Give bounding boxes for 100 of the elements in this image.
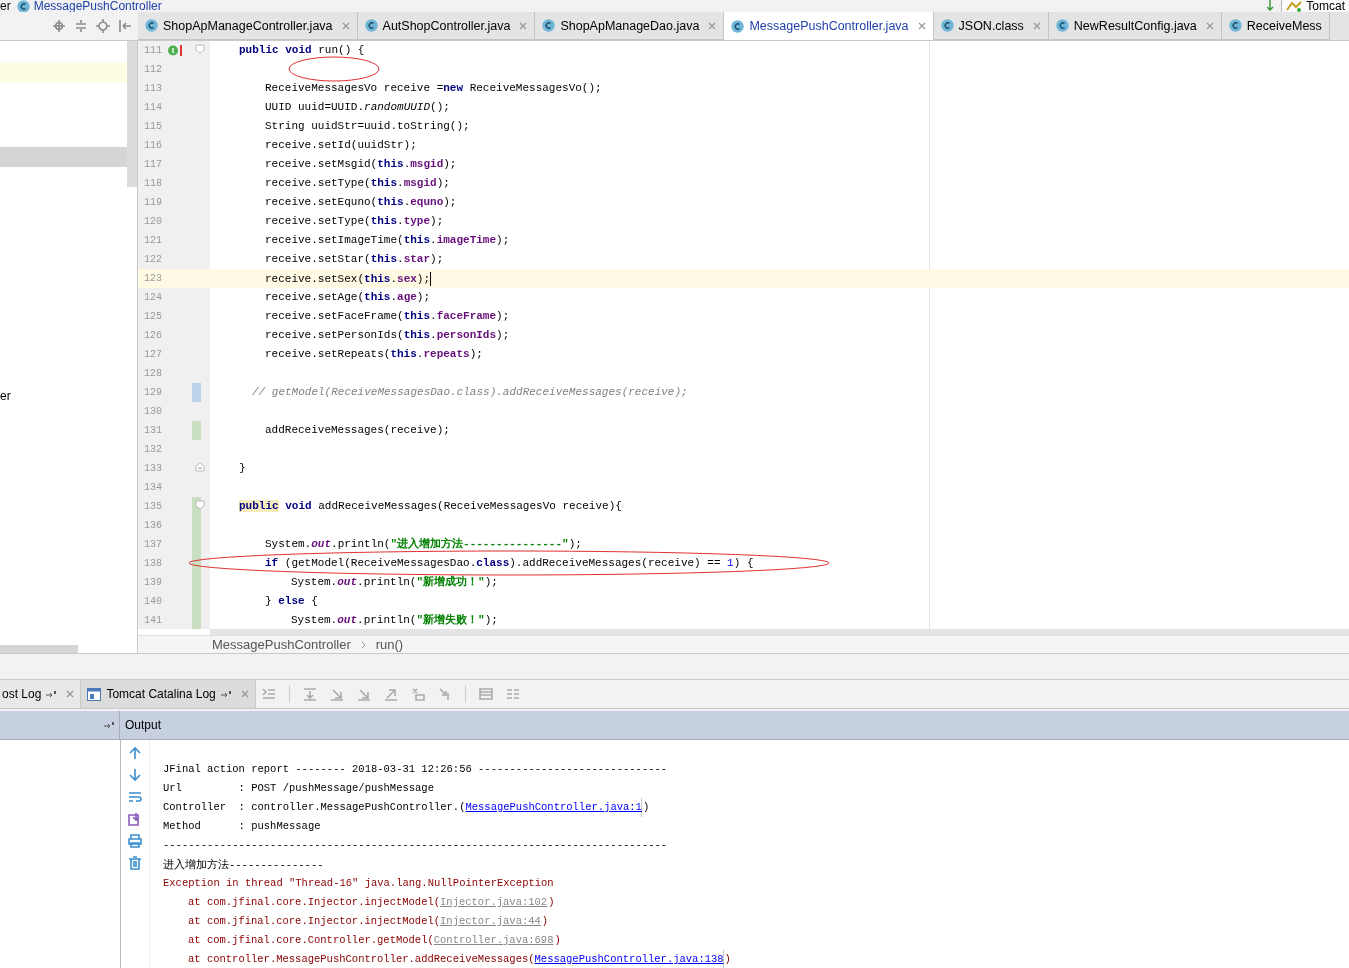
line-number: 125	[143, 311, 163, 322]
trash-icon[interactable]	[128, 856, 142, 870]
wrap-icon[interactable]	[128, 790, 142, 804]
arrow-down-icon[interactable]	[128, 768, 142, 782]
editor-tab[interactable]: ShopApManageController.java	[138, 12, 358, 40]
source-link[interactable]: MessagePushController.java:138	[534, 950, 724, 968]
line-number: 123	[143, 273, 163, 284]
scrollbar[interactable]	[127, 41, 137, 187]
line-number: 129	[143, 387, 163, 398]
editor-tab[interactable]: AutShopController.java	[357, 12, 536, 40]
editor-tab[interactable]: ReceiveMess	[1221, 12, 1330, 40]
editor-tab[interactable]: NewResultConfig.java	[1048, 12, 1222, 40]
close-icon[interactable]	[1032, 21, 1041, 30]
pin-icon[interactable]	[46, 690, 58, 698]
class-icon	[940, 19, 954, 32]
line-number: 128	[143, 368, 163, 379]
close-icon[interactable]	[240, 690, 249, 698]
code-line: receive.setStar(this.star);	[264, 253, 444, 266]
console-line: at com.jfinal.core.Controller.getModel(Controller.java:698)	[163, 931, 1349, 950]
code-line: System.out.println("新增失败！");	[290, 614, 498, 627]
change-marker[interactable]	[192, 421, 201, 440]
hide-icon[interactable]	[118, 19, 132, 33]
arrow-up-right-icon[interactable]	[383, 687, 398, 701]
line-number: 139	[143, 577, 163, 588]
line-number: 120	[143, 216, 163, 227]
editor-tab[interactable]: MessagePushController.java	[724, 12, 934, 40]
fold-icon[interactable]	[195, 44, 205, 54]
breadcrumb[interactable]: MessagePushController	[212, 637, 351, 652]
implements-icon[interactable]	[168, 45, 182, 56]
code-line: receive.setSex(this.sex);	[264, 271, 432, 286]
line-number: 112	[143, 64, 163, 75]
close-icon[interactable]	[1205, 21, 1214, 30]
settings-icon[interactable]	[96, 19, 110, 33]
log-icon	[87, 687, 102, 701]
pin-icon[interactable]	[104, 721, 115, 729]
table-icon[interactable]	[478, 687, 493, 701]
line-number: 132	[143, 444, 163, 455]
indent-icon[interactable]	[261, 687, 276, 701]
clear-icon[interactable]	[410, 687, 425, 701]
tool-tab[interactable]: Tomcat Catalina Log	[81, 680, 256, 708]
cursor-icon[interactable]	[437, 687, 452, 701]
line-number: 130	[143, 406, 163, 417]
scrollbar[interactable]	[0, 645, 78, 653]
editor-tab[interactable]: JSON.class	[933, 12, 1049, 40]
close-icon[interactable]	[66, 690, 75, 698]
source-link[interactable]: Injector.java:44	[440, 912, 541, 931]
arrow-down-right-icon[interactable]	[329, 687, 344, 701]
print-icon[interactable]	[128, 834, 142, 848]
code-line: receive.setRepeats(this.repeats);	[264, 348, 483, 361]
pin-icon[interactable]	[220, 690, 232, 698]
arrow-up-icon[interactable]	[128, 746, 142, 760]
source-link[interactable]: Injector.java:102	[440, 893, 548, 912]
scrollbar[interactable]	[210, 629, 1349, 635]
line-number: 115	[143, 121, 163, 132]
change-marker[interactable]	[192, 383, 201, 402]
breadcrumb[interactable]: run()	[375, 637, 404, 652]
line-number: 140	[143, 596, 163, 607]
import-icon[interactable]	[128, 812, 142, 826]
code-line: receive.setEquno(this.equno);	[264, 196, 457, 209]
class-icon	[731, 19, 745, 33]
close-icon[interactable]	[708, 21, 717, 30]
collapse-icon[interactable]	[74, 19, 88, 33]
arrow-down-right-icon[interactable]	[356, 687, 371, 701]
chevron-icon	[360, 640, 366, 649]
source-link[interactable]: Controller.java:698	[433, 931, 554, 950]
run-config-dropdown[interactable]: Tomcat	[1281, 0, 1349, 12]
breadcrumb[interactable]: MessagePushController	[16, 0, 162, 12]
change-marker[interactable]	[192, 611, 201, 630]
line-number: 111	[143, 45, 163, 56]
console-line: Exception in thread "Thread-16" java.lang.NullPointerException	[163, 876, 555, 891]
tree-item[interactable]: er	[0, 389, 137, 403]
line-number: 114	[143, 102, 163, 113]
breadcrumb[interactable]: er	[0, 0, 11, 12]
code-line: addReceiveMessages(receive);	[264, 424, 450, 437]
console-line: 进入增加方法---------------	[163, 858, 325, 873]
code-line: receive.setImageTime(this.imageTime);	[264, 234, 510, 247]
line-number: 138	[143, 558, 163, 569]
fold-icon[interactable]	[195, 462, 205, 472]
console-line: Controller : controller.MessagePushController.(MessagePushController.java:1)	[163, 798, 1349, 817]
code-line: ReceiveMessagesVo receive =new ReceiveMessagesVo();	[264, 82, 602, 95]
line-number: 127	[143, 349, 163, 360]
line-number: 131	[143, 425, 163, 436]
line-number: 113	[143, 83, 163, 94]
line-number: 133	[143, 463, 163, 474]
code-line: } else {	[264, 595, 318, 608]
close-icon[interactable]	[917, 22, 926, 30]
editor-tab[interactable]: ShopApManageDao.java	[535, 12, 725, 40]
line-number: 122	[143, 254, 163, 265]
console-line: at com.jfinal.core.Injector.injectModel(Injector.java:102)	[163, 893, 1349, 912]
close-icon[interactable]	[519, 21, 528, 30]
fold-icon[interactable]	[195, 500, 205, 510]
console-line: JFinal action report -------- 2018-03-31 12:26:56 ------------------------------	[163, 762, 669, 777]
scroll-to-end-icon[interactable]	[302, 687, 317, 701]
tool-tab[interactable]: ost Log	[0, 680, 82, 708]
source-link[interactable]: MessagePushController.java:1	[465, 798, 642, 817]
target-icon[interactable]	[52, 19, 66, 33]
console-line: --------------------------------------------------------------------------------	[163, 838, 669, 853]
line-number: 134	[143, 482, 163, 493]
diff-icon[interactable]	[505, 687, 520, 701]
close-icon[interactable]	[341, 21, 350, 30]
